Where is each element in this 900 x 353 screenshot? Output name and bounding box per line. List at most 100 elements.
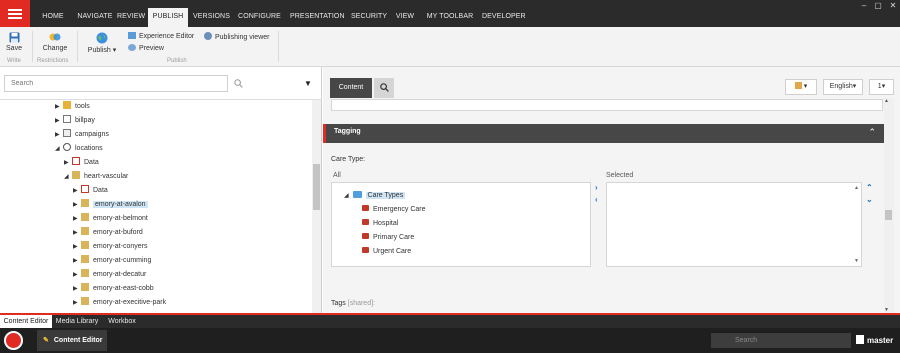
tab-navigate[interactable]: NAVIGATE <box>74 9 116 27</box>
care-type-item[interactable]: Hospital <box>362 219 398 227</box>
remove-left-arrow-icon[interactable]: ‹ <box>595 195 598 204</box>
expand-arrow-icon[interactable]: ▶ <box>73 213 81 226</box>
tree-node-emory-at-buford[interactable]: ▶ emory-at-buford <box>73 226 143 239</box>
tab-content-editor[interactable]: Content Editor <box>0 315 52 328</box>
tagging-section-header[interactable]: Tagging ⌃ <box>323 124 884 143</box>
tree-node-label: billpay <box>75 117 95 124</box>
tree-options-dropdown-icon[interactable]: ▼ <box>304 79 312 88</box>
care-type-label: Primary Care <box>373 234 415 241</box>
expand-arrow-icon[interactable]: ▶ <box>64 157 72 170</box>
tab-view[interactable]: VIEW <box>393 9 417 27</box>
tree-node-emory-at-belmont[interactable]: ▶ emory-at-belmont <box>73 212 148 225</box>
tree-node-campaigns[interactable]: ▶ campaigns <box>55 128 109 141</box>
care-type-item[interactable]: Primary Care <box>362 233 414 241</box>
care-type-item[interactable]: Emergency Care <box>362 205 426 213</box>
sitecore-logo-icon[interactable] <box>4 331 23 350</box>
tree-node-emory-at-avalon[interactable]: ▶ emory-at-avalon <box>73 198 148 211</box>
content-editor-task-button[interactable]: ✎ Content Editor <box>37 330 107 351</box>
editor-scrollbar[interactable]: ▲ ▼ <box>884 98 894 313</box>
language-value: English <box>829 83 853 90</box>
expand-arrow-icon[interactable]: ▶ <box>73 241 81 254</box>
collapse-arrow-icon[interactable]: ◢ <box>344 193 349 199</box>
minimize-icon[interactable]: – <box>857 0 871 14</box>
tab-home[interactable]: HOME <box>34 9 72 27</box>
database-indicator[interactable]: master <box>856 335 893 345</box>
expand-arrow-icon[interactable]: ▶ <box>73 297 81 310</box>
tab-configure[interactable]: CONFIGURE <box>238 9 281 27</box>
language-dropdown[interactable]: English▾ <box>823 79 863 95</box>
search-icon[interactable] <box>234 79 243 88</box>
expand-arrow-icon[interactable]: ▶ <box>55 129 63 142</box>
expand-arrow-icon[interactable]: ▶ <box>73 227 81 240</box>
tree-node-emory-at-decatur[interactable]: ▶ emory-at-decatur <box>73 268 146 281</box>
expand-arrow-icon[interactable]: ▶ <box>73 199 81 212</box>
tree-node-tools[interactable]: ▶ tools <box>55 100 90 113</box>
tab-review[interactable]: REVIEW <box>117 9 145 27</box>
collapse-section-icon[interactable]: ⌃ <box>868 127 876 138</box>
search-tab[interactable] <box>374 78 394 98</box>
close-icon[interactable]: ✕ <box>886 0 900 14</box>
collapse-arrow-icon[interactable]: ◢ <box>64 171 72 184</box>
publish-button[interactable]: Publish ▾ <box>85 32 119 54</box>
scroll-up-icon[interactable]: ▲ <box>884 98 889 104</box>
editor-scrollbar-thumb[interactable] <box>885 210 892 220</box>
care-type-item[interactable]: Urgent Care <box>362 247 411 255</box>
tab-versions[interactable]: VERSIONS <box>193 9 230 27</box>
preview-button[interactable]: Preview <box>128 44 164 52</box>
expand-arrow-icon[interactable]: ▶ <box>73 283 81 296</box>
tab-presentation[interactable]: PRESENTATION <box>290 9 345 27</box>
scroll-down-icon[interactable]: ▼ <box>854 258 859 264</box>
publishing-viewer-button[interactable]: Publishing viewer <box>204 32 269 41</box>
move-up-icon[interactable]: ⌃ <box>866 183 873 192</box>
tree-node-billpay[interactable]: ▶ billpay <box>55 114 95 127</box>
tree-node-emory-at-cumming[interactable]: ▶ emory-at-cumming <box>73 254 151 267</box>
save-button[interactable]: Save <box>4 32 24 52</box>
scroll-up-icon[interactable]: ▲ <box>854 185 859 191</box>
tree-node-data[interactable]: ▶ Data <box>64 156 99 169</box>
search-icon <box>63 143 71 151</box>
maximize-icon[interactable]: ▢ <box>871 0 885 14</box>
tree-node-emory-at-conyers[interactable]: ▶ emory-at-conyers <box>73 240 147 253</box>
tab-media-library[interactable]: Media Library <box>54 315 100 328</box>
expand-arrow-icon[interactable]: ▶ <box>73 269 81 282</box>
expand-arrow-icon[interactable]: ▶ <box>55 115 63 128</box>
global-search-input[interactable]: Search <box>711 333 851 348</box>
tree-node-emory-at-execitive-park[interactable]: ▶ emory-at-execitive-park <box>73 296 166 309</box>
tree-scrollbar[interactable] <box>312 100 321 313</box>
item-icon-dropdown[interactable]: ▾ <box>785 79 817 95</box>
version-dropdown[interactable]: 1▾ <box>869 79 894 95</box>
expand-arrow-icon[interactable]: ▶ <box>73 255 81 268</box>
item-icon <box>72 171 80 179</box>
menu-icon[interactable] <box>0 0 30 27</box>
tab-publish[interactable]: PUBLISH <box>148 8 188 27</box>
selected-list-label: Selected <box>606 172 634 179</box>
page-icon <box>63 115 71 123</box>
tree-node-data[interactable]: ▶ Data <box>73 184 108 197</box>
tree-node-heart-vascular[interactable]: ◢ heart-vascular <box>64 170 128 183</box>
sitecore-content-editor-window: HOME NAVIGATE REVIEW PUBLISH VERSIONS CO… <box>0 0 900 353</box>
item-icon <box>81 297 89 305</box>
tree-node-locations[interactable]: ◢ locations <box>55 142 103 155</box>
all-list-label: All <box>333 172 341 179</box>
first-aid-kit-icon <box>362 219 369 225</box>
all-items-treelist[interactable]: ◢ Care Types Emergency Care Hospital Pri… <box>331 182 591 267</box>
experience-editor-button[interactable]: Experience Editor <box>128 32 194 40</box>
move-down-icon[interactable]: ⌄ <box>866 195 873 204</box>
add-right-arrow-icon[interactable]: › <box>595 183 598 192</box>
selected-items-list[interactable]: ▲ ▼ <box>606 182 862 267</box>
care-types-root[interactable]: ◢ Care Types <box>344 191 406 199</box>
tree-scrollbar-thumb[interactable] <box>313 164 320 210</box>
tree-search-input[interactable] <box>4 75 228 92</box>
tab-my-toolbar[interactable]: MY TOOLBAR <box>424 9 476 27</box>
ribbon-divider <box>278 31 279 62</box>
collapse-arrow-icon[interactable]: ◢ <box>55 143 63 156</box>
tree-node-emory-at-east-cobb[interactable]: ▶ emory-at-east-cobb <box>73 282 154 295</box>
tab-workbox[interactable]: Workbox <box>104 315 140 328</box>
tags-label: Tags <box>331 300 346 307</box>
tab-developer[interactable]: DEVELOPER <box>482 9 526 27</box>
expand-arrow-icon[interactable]: ▶ <box>55 101 63 114</box>
change-button[interactable]: Change <box>40 32 70 52</box>
expand-arrow-icon[interactable]: ▶ <box>73 185 81 198</box>
tab-content[interactable]: Content <box>330 78 372 98</box>
tab-security[interactable]: SECURITY <box>351 9 387 27</box>
